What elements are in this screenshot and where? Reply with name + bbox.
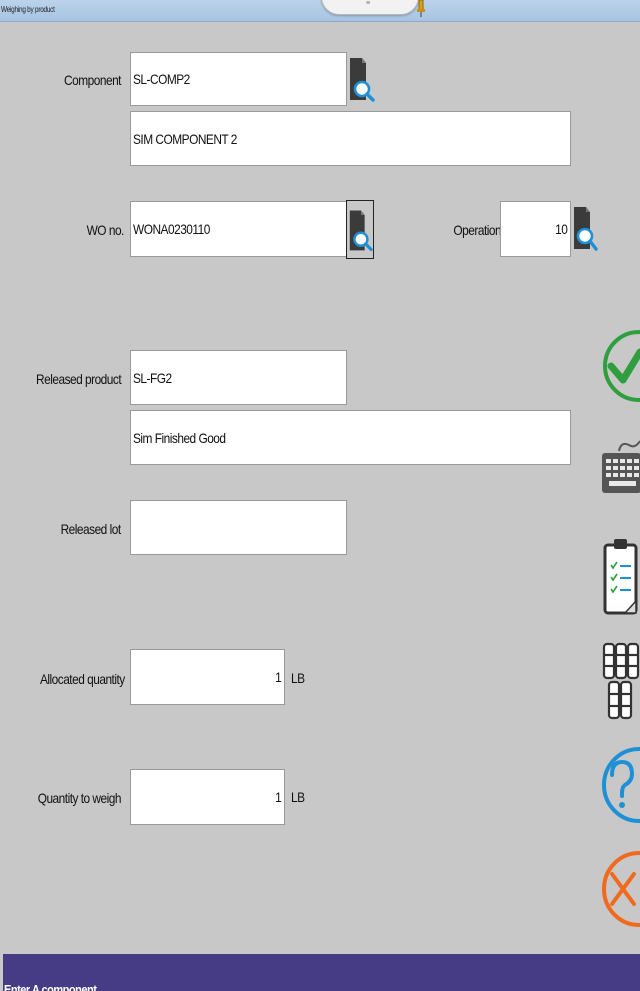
help-icon <box>602 747 640 823</box>
cancel-icon <box>602 851 640 927</box>
keyboard-icon <box>602 440 640 493</box>
operation-label: Operation <box>453 222 501 238</box>
help-button[interactable] <box>601 746 640 824</box>
component-description: SIM COMPONENT 2 <box>130 111 571 166</box>
clipboard-checklist-icon <box>603 539 638 615</box>
title-bar: Weighing by product ≡ <box>0 0 640 22</box>
status-message: Enter A component <box>4 982 97 991</box>
status-bar: Enter A component <box>3 954 640 991</box>
wo-lookup-icon[interactable] <box>346 200 374 259</box>
cancel-button[interactable] <box>601 850 640 928</box>
released-product-label: Released product <box>35 371 122 387</box>
allocated-quantity-unit: LB <box>291 670 305 686</box>
quantity-to-weigh-label: Quantity to weigh <box>37 790 122 806</box>
validate-button[interactable] <box>601 328 640 404</box>
grip-icon: ≡ <box>366 0 371 7</box>
wo-label: WO no. <box>86 222 125 238</box>
drums-icon <box>602 642 640 720</box>
component-input[interactable]: SL-COMP2 <box>130 52 347 106</box>
released-product-input[interactable]: SL-FG2 <box>130 350 347 405</box>
released-product-description: Sim Finished Good <box>130 410 571 465</box>
checkmark-circle-icon <box>603 330 640 402</box>
drag-handle[interactable]: ≡ <box>321 0 419 15</box>
component-lookup-icon[interactable] <box>347 52 375 106</box>
wo-input[interactable]: WONA0230110 <box>130 201 347 257</box>
allocated-quantity-label: Allocated quantity <box>40 671 125 687</box>
operation-input[interactable]: 10 <box>500 201 571 257</box>
quantity-to-weigh-input[interactable]: 1 <box>130 769 285 825</box>
pin-icon[interactable] <box>416 0 426 17</box>
released-lot-label: Released lot <box>60 521 122 537</box>
operation-lookup-icon[interactable] <box>571 201 599 255</box>
quantity-to-weigh-unit: LB <box>291 789 305 805</box>
allocated-quantity-input[interactable]: 1 <box>130 649 285 705</box>
checklist-button[interactable] <box>603 535 640 617</box>
released-lot-input[interactable] <box>130 500 347 555</box>
window-title: Weighing by product <box>1 5 55 14</box>
keyboard-button[interactable] <box>601 437 640 497</box>
drums-button[interactable] <box>602 641 640 721</box>
component-label: Component <box>64 72 121 88</box>
